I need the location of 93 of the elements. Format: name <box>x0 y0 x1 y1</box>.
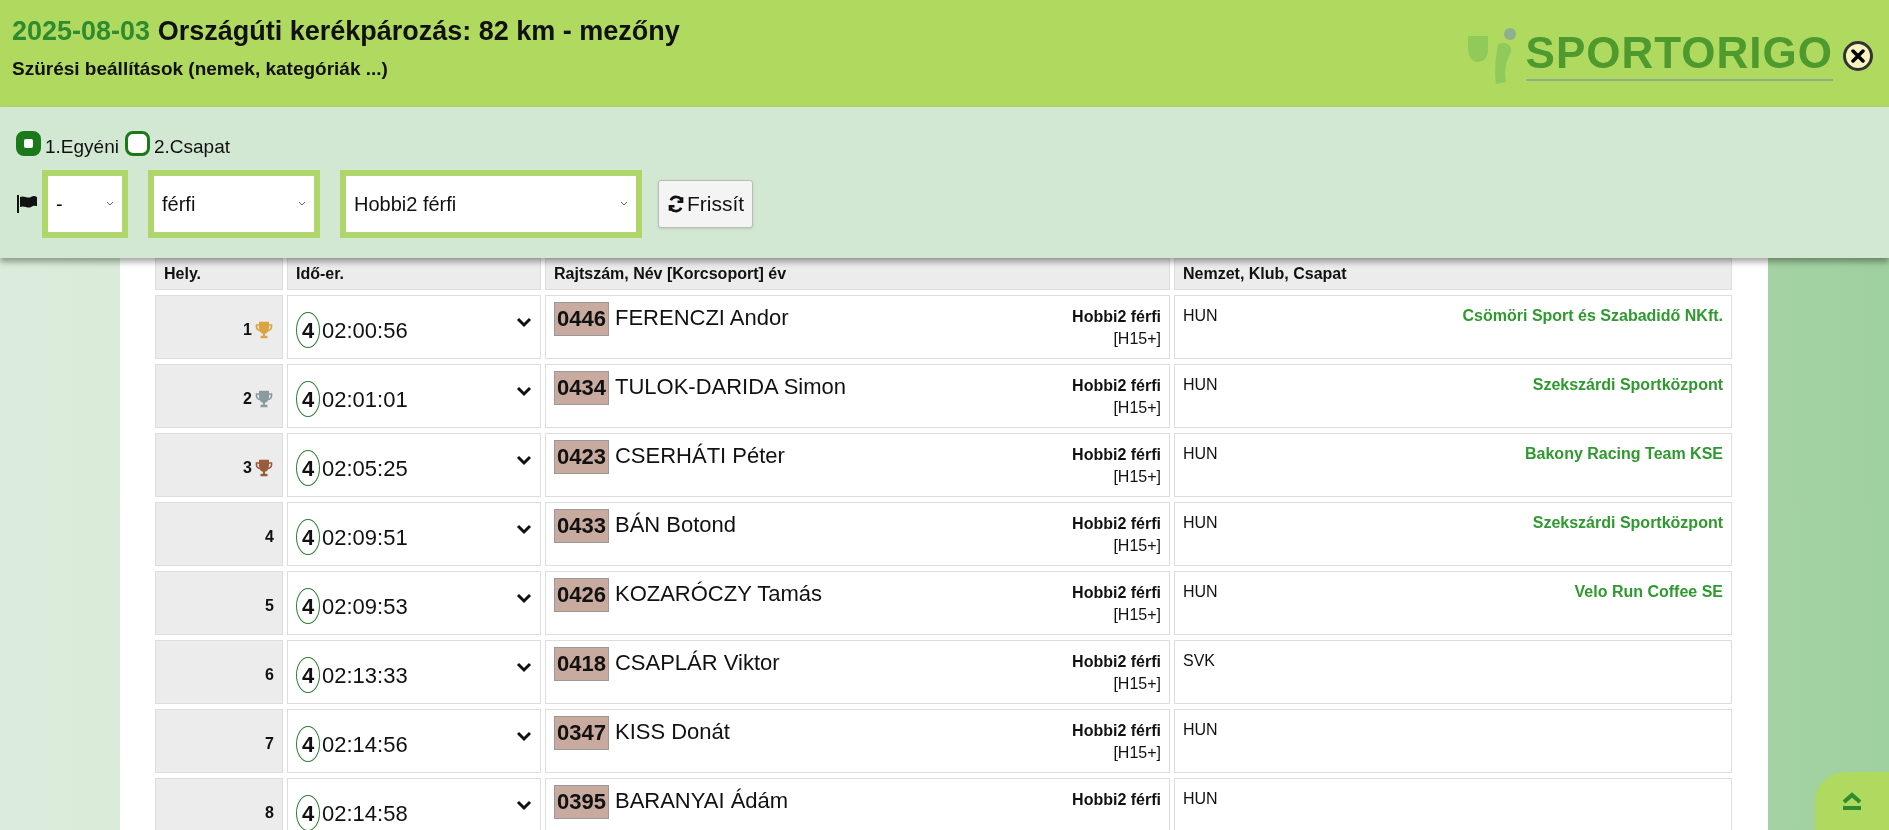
nation-code: HUN <box>1183 444 1218 464</box>
logo-wordmark: SPORTORIGO <box>1525 31 1833 81</box>
category-label: Hobbi2 férfi <box>1072 307 1161 327</box>
close-button[interactable] <box>1843 41 1873 71</box>
age-group-label: [H15+] <box>1113 329 1161 349</box>
age-group-label: [H15+] <box>1113 536 1161 556</box>
nation-code: HUN <box>1183 582 1218 602</box>
bib-number: 0433 <box>554 509 609 543</box>
close-icon <box>1851 49 1865 63</box>
place-number: 8 <box>265 803 274 823</box>
bib-number: 0434 <box>554 371 609 405</box>
column-header: Idő-er. <box>287 258 541 290</box>
event-date: 2025-08-03 <box>12 16 151 46</box>
finish-time: 02:00:56 <box>322 316 408 345</box>
dropdown-select[interactable]: Hobbi2 férfi <box>340 169 642 238</box>
finish-time: 02:09:53 <box>322 592 408 621</box>
finish-time: 02:09:51 <box>322 523 408 552</box>
finish-time: 02:14:58 <box>322 799 408 828</box>
radio-label: 1.Egyéni <box>45 135 119 159</box>
chevron-down-icon[interactable] <box>516 592 532 604</box>
athlete-name: CSAPLÁR Viktor <box>614 649 780 677</box>
radio-button[interactable] <box>16 130 41 156</box>
bib-number: 0423 <box>554 440 609 474</box>
club-name: Velo Run Coffee SE <box>1574 582 1723 602</box>
category-label: Hobbi2 férfi <box>1072 376 1161 396</box>
place-number: 4 <box>265 527 274 547</box>
club-name: Szekszárdi Sportközpont <box>1532 513 1723 533</box>
column-header: Rajtszám, Név [Korcsoport] év <box>545 258 1170 290</box>
category-label: Hobbi2 férfi <box>1072 721 1161 741</box>
chevron-down-icon[interactable] <box>516 730 532 742</box>
nation-code: HUN <box>1183 720 1218 740</box>
club-name: Bakony Racing Team KSE <box>1525 444 1723 464</box>
age-group-label: [H15+] <box>1113 605 1161 625</box>
radio-button[interactable] <box>124 130 150 156</box>
bib-number: 0426 <box>554 578 609 612</box>
event-title: Országúti kerékpározás: 82 km - mezőny <box>157 16 680 46</box>
chevron-up-icon <box>1840 792 1864 810</box>
club-name: Csömöri Sport és Szabadidő NKft. <box>1462 306 1723 326</box>
chevron-down-icon[interactable] <box>516 799 532 811</box>
athlete-name: CSERHÁTI Péter <box>614 442 785 470</box>
place-number: 2 <box>243 389 252 409</box>
place-number: 5 <box>265 596 274 616</box>
place-number: 7 <box>265 734 274 754</box>
nation-code: HUN <box>1183 513 1218 533</box>
age-group-label: [H15+] <box>1113 743 1161 763</box>
refresh-icon <box>667 194 685 213</box>
category-label: Hobbi2 férfi <box>1072 514 1161 534</box>
flag-icon <box>16 194 38 213</box>
age-group-label: [H15+] <box>1113 467 1161 487</box>
category-label: Hobbi2 férfi <box>1072 790 1161 810</box>
athlete-name: BÁN Botond <box>614 511 737 539</box>
athlete-name: KISS Donát <box>614 718 730 746</box>
bib-number: 0347 <box>554 716 609 750</box>
scroll-to-top-button[interactable] <box>1815 772 1889 830</box>
bib-number: 0446 <box>554 302 609 336</box>
bib-number: 0395 <box>554 785 609 819</box>
finish-time: 02:01:01 <box>322 385 408 414</box>
nation-code: HUN <box>1183 306 1218 326</box>
finish-time: 02:13:33 <box>322 661 408 690</box>
chevron-down-icon[interactable] <box>516 316 532 328</box>
column-header: Nemzet, Klub, Csapat <box>1174 258 1732 290</box>
radio-label: 2.Csapat <box>153 135 230 159</box>
caret-icon <box>620 200 628 207</box>
dropdown-select[interactable]: - <box>42 169 128 238</box>
nation-code: HUN <box>1183 789 1218 809</box>
caret-icon <box>298 200 306 207</box>
place-number: 6 <box>265 665 274 685</box>
filter-settings-title: Szürési beállítások (nemek, kategóriák ...) <box>12 59 389 78</box>
chevron-down-icon[interactable] <box>516 385 532 397</box>
chevron-down-icon[interactable] <box>516 454 532 466</box>
club-name: Szekszárdi Sportközpont <box>1532 375 1723 395</box>
dropdown-select[interactable]: férfi <box>148 169 320 238</box>
finish-time: 02:14:56 <box>322 730 408 759</box>
column-header: Hely. <box>155 258 283 290</box>
chevron-down-icon[interactable] <box>516 661 532 673</box>
age-group-label: [H15+] <box>1113 674 1161 694</box>
athlete-name: BARANYAI Ádám <box>614 787 789 815</box>
age-group-label: [H15+] <box>1113 398 1161 418</box>
finish-time: 02:05:25 <box>322 454 408 483</box>
refresh-button[interactable]: Frissít <box>658 179 754 228</box>
place-number: 3 <box>243 458 252 478</box>
athlete-name: FERENCZI Andor <box>614 304 789 332</box>
caret-icon <box>106 200 114 207</box>
athlete-name: TULOK-DARIDA Simon <box>614 373 846 401</box>
category-label: Hobbi2 férfi <box>1072 445 1161 465</box>
athlete-name: KOZARÓCZY Tamás <box>614 580 822 608</box>
nation-code: SVK <box>1183 651 1215 671</box>
nation-code: HUN <box>1183 375 1218 395</box>
chevron-down-icon[interactable] <box>516 523 532 535</box>
category-label: Hobbi2 férfi <box>1072 652 1161 672</box>
bib-number: 0418 <box>554 647 609 681</box>
place-number: 1 <box>243 320 252 340</box>
category-label: Hobbi2 férfi <box>1072 583 1161 603</box>
